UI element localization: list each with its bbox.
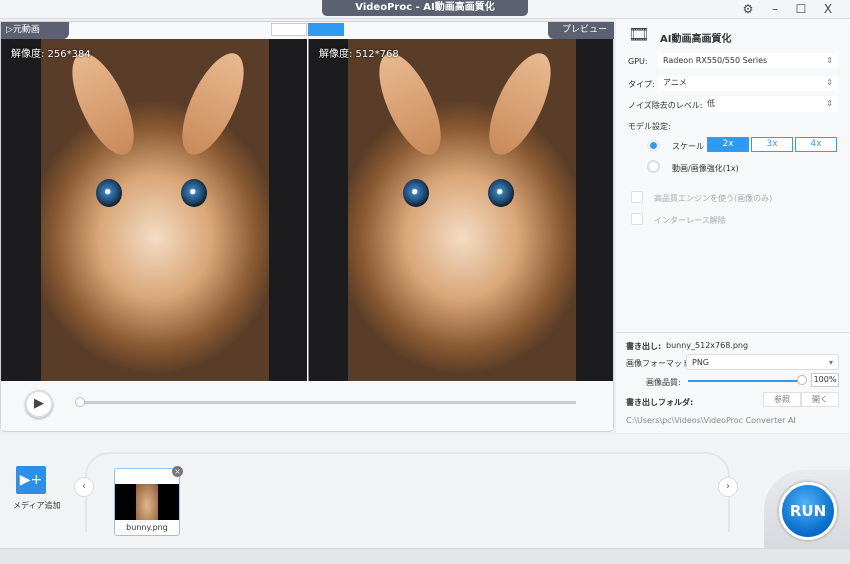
updown-icon: ⇕ (826, 56, 833, 65)
eye (488, 179, 514, 207)
panel-title: AI動画高画質化 (660, 34, 732, 45)
status-bar (0, 548, 850, 564)
ear (366, 44, 454, 164)
source-tab[interactable]: ▷元動画 (1, 22, 69, 39)
film-reel-icon: 🎞 (628, 25, 650, 45)
hq-engine-label: 高品質エンジンを使う(画像のみ) (654, 194, 773, 203)
media-thumbnail (115, 484, 179, 520)
format-label: 画像フォーマット: (626, 359, 693, 368)
preview-tab-label: プレビュー (562, 25, 608, 35)
type-select[interactable]: アニメ ⇕ (658, 75, 838, 91)
ear (169, 44, 257, 164)
format-select[interactable]: PNG ▾ (686, 354, 839, 370)
chevron-down-icon: ▾ (828, 358, 833, 367)
quality-value[interactable]: 100% (811, 373, 839, 387)
add-media-label[interactable]: メディア追加 (13, 500, 60, 511)
run-button[interactable]: RUN (779, 482, 837, 540)
preview-toolbar (1, 22, 613, 39)
output-resolution: 解像度: 512*768 (319, 49, 399, 60)
seek-handle[interactable] (75, 397, 85, 407)
gear-icon[interactable]: ⚙ (738, 2, 758, 16)
gpu-select[interactable]: Radeon RX550/550 Series ⇕ (658, 53, 838, 69)
original-image (41, 39, 269, 381)
minimize-button[interactable]: – (765, 2, 785, 16)
deinterlace-checkbox[interactable] (631, 213, 643, 225)
eye (403, 179, 429, 207)
preview-tab[interactable]: プレビュー ⌕ (548, 22, 614, 52)
quality-slider[interactable] (688, 380, 803, 382)
scale-label: スケール (672, 142, 704, 151)
hq-engine-checkbox[interactable] (631, 191, 643, 203)
output-image (348, 39, 576, 381)
media-tray (85, 452, 730, 532)
media-filename: bunny.png (126, 523, 168, 532)
remove-media-icon[interactable]: × (172, 466, 183, 477)
eye (96, 179, 122, 207)
updown-icon: ⇕ (826, 99, 833, 108)
window-title: VideoProc - AI動画高画質化 (322, 0, 528, 16)
noise-value: 低 (707, 99, 715, 108)
scale-radio[interactable] (647, 139, 660, 152)
updown-icon: ⇕ (826, 78, 833, 87)
single-view-button[interactable] (271, 23, 307, 36)
quality-label: 画像品質: (646, 378, 681, 387)
scroll-right-button[interactable]: › (718, 477, 738, 497)
scale-4x-button[interactable]: 4x (795, 137, 837, 152)
type-value: アニメ (663, 78, 687, 87)
close-button[interactable]: X (818, 2, 838, 16)
split-view-button[interactable] (308, 23, 344, 36)
ear (59, 44, 147, 164)
enhance-label: 動画/画像強化(1x) (672, 164, 739, 173)
scale-3x-button[interactable]: 3x (751, 137, 793, 152)
gpu-label: GPU: (628, 57, 648, 66)
folder-label: 書き出しフォルダ: (626, 398, 694, 407)
eye (181, 179, 207, 207)
divider (616, 332, 850, 333)
gpu-value: Radeon RX550/550 Series (663, 56, 768, 65)
enhance-radio[interactable] (647, 160, 660, 173)
maximize-button[interactable]: ☐ (791, 2, 811, 16)
add-media-icon[interactable]: ▶+ (16, 466, 46, 494)
media-item[interactable]: bunny.png (114, 468, 180, 536)
settings-panel: 🎞 AI動画高画質化 GPU: Radeon RX550/550 Series ⇕… (616, 19, 850, 433)
deinterlace-label: インターレース解除 (654, 216, 726, 225)
playback-controls: ▶ (1, 382, 613, 430)
scale-2x-button[interactable]: 2x (707, 137, 749, 152)
open-button[interactable]: 開く (801, 392, 839, 407)
format-value: PNG (692, 358, 710, 367)
model-label: モデル設定: (628, 122, 671, 131)
type-label: タイプ: (628, 80, 655, 89)
scroll-left-button[interactable]: ‹ (74, 477, 94, 497)
export-label: 書き出し: (626, 342, 662, 351)
noise-label: ノイズ除去のレベル: (628, 101, 703, 110)
ear (476, 44, 564, 164)
browse-button[interactable]: 参照 (763, 392, 801, 407)
original-pane: 解像度: 256*384 (1, 39, 307, 381)
seek-bar[interactable] (79, 401, 576, 404)
play-button[interactable]: ▶ (25, 390, 53, 418)
noise-select[interactable]: 低 ⇕ (702, 96, 838, 112)
quality-slider-handle[interactable] (797, 375, 807, 385)
output-pane: 解像度: 512*768 (308, 39, 613, 381)
export-filename: bunny_512x768.png (666, 341, 749, 350)
preview-area: ▷元動画 プレビュー ⌕ 解像度: 256*384 解像度: 512*768 ▶ (0, 21, 614, 432)
folder-path: C:\Users\pc\Videos\VideoProc Converter A… (626, 416, 796, 425)
original-resolution: 解像度: 256*384 (11, 49, 91, 60)
